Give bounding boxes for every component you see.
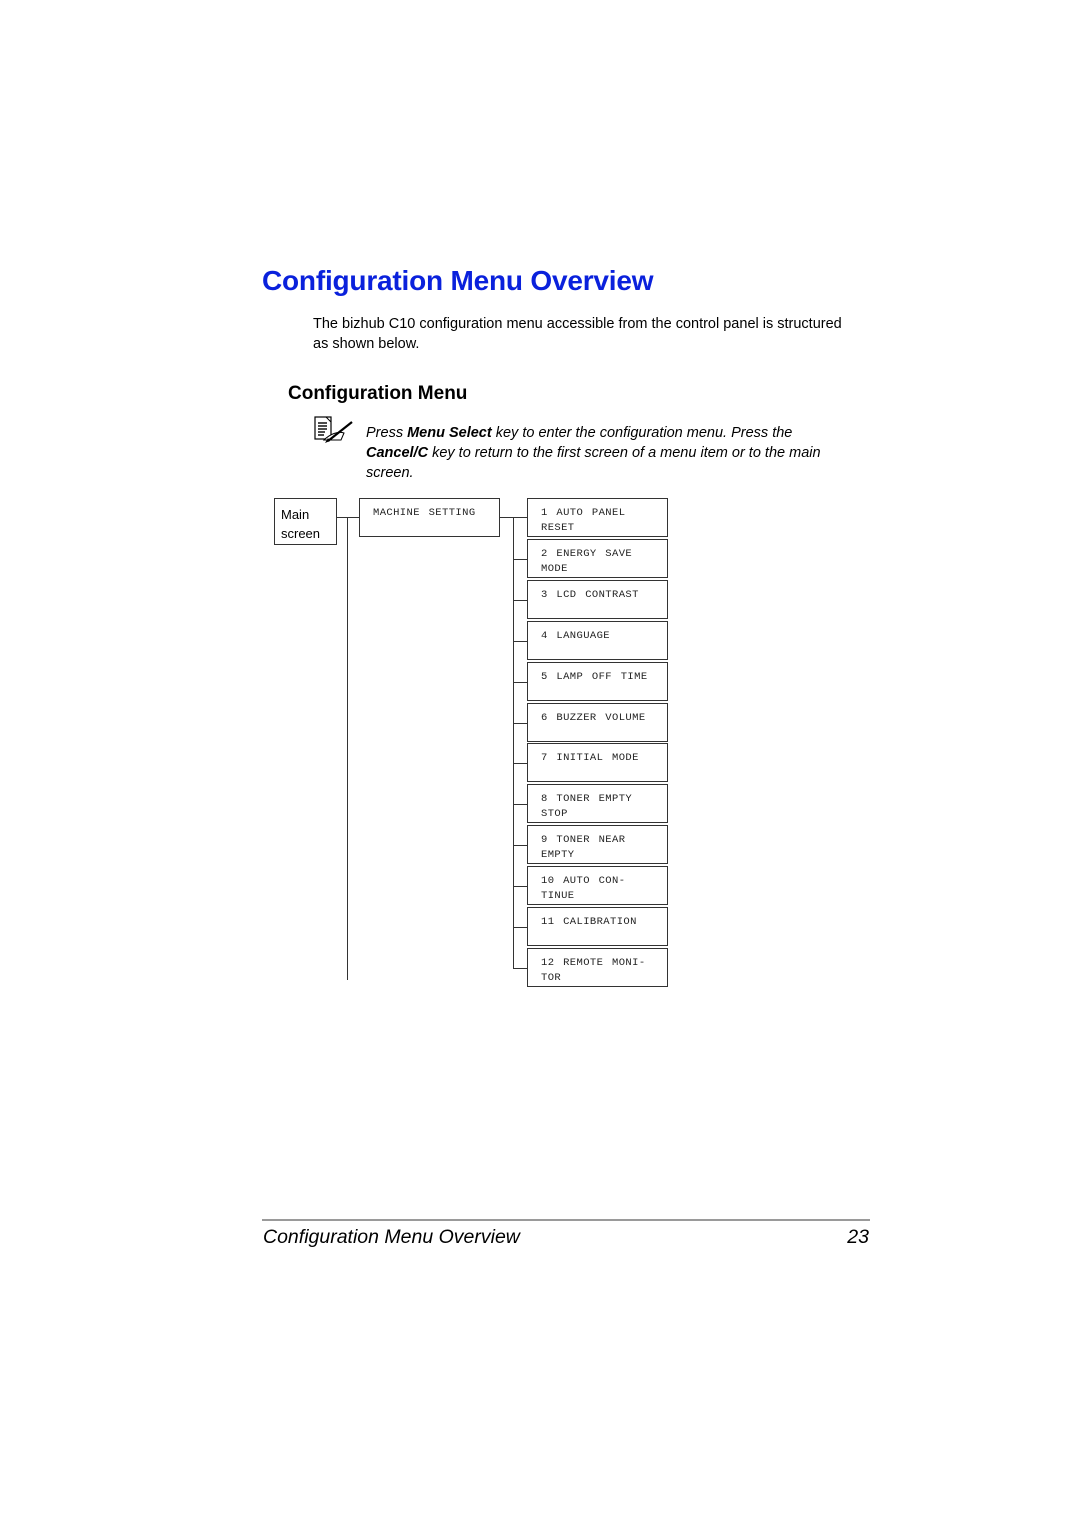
note-text: Press Menu Select key to enter the confi…: [366, 423, 856, 483]
connector-line: [347, 517, 348, 980]
menu-item-box: 9 TONER NEAR EMPTY: [527, 825, 668, 864]
page-number: 23: [847, 1226, 869, 1248]
connector-line: [513, 682, 527, 683]
menu-item-box: 8 TONER EMPTY STOP: [527, 784, 668, 823]
main-screen-box: Main screen: [274, 498, 337, 545]
menu-item-box: 6 BUZZER VOLUME: [527, 703, 668, 742]
connector-line: [337, 517, 359, 518]
connector-line: [513, 517, 514, 968]
menu-item-box: 2 ENERGY SAVE MODE: [527, 539, 668, 578]
connector-line: [513, 641, 527, 642]
connector-line: [513, 723, 527, 724]
section-title: Configuration Menu: [288, 383, 468, 404]
connector-line: [513, 845, 527, 846]
machine-setting-box: MACHINE SETTING: [359, 498, 500, 537]
menu-item-box: 10 AUTO CON- TINUE: [527, 866, 668, 905]
connector-line: [513, 927, 527, 928]
menu-item-box: 7 INITIAL MODE: [527, 743, 668, 782]
connector-line: [513, 763, 527, 764]
menu-item-box: 12 REMOTE MONI- TOR: [527, 948, 668, 987]
key-name: Cancel/C: [366, 445, 429, 461]
menu-item-box: 1 AUTO PANEL RESET: [527, 498, 668, 537]
menu-item-box: 11 CALIBRATION: [527, 907, 668, 946]
key-name: Menu Select: [407, 425, 492, 441]
connector-line: [513, 804, 527, 805]
note-segment: Press: [366, 425, 408, 441]
footer-rule: [262, 1219, 870, 1221]
menu-item-box: 5 LAMP OFF TIME: [527, 662, 668, 701]
page-title: Configuration Menu Overview: [262, 265, 654, 296]
menu-item-box: 4 LANGUAGE: [527, 621, 668, 660]
intro-paragraph: The bizhub C10 configuration menu access…: [313, 316, 842, 352]
connector-line: [513, 600, 527, 601]
footer-title: Configuration Menu Overview: [263, 1226, 520, 1248]
note-segment: key to return to the first screen of a m…: [366, 445, 821, 481]
connector-line: [513, 886, 527, 887]
note-segment: key to enter the configuration menu. Pre…: [491, 425, 793, 441]
note-pencil-icon: [314, 416, 358, 444]
connector-line: [513, 968, 527, 969]
connector-line: [513, 559, 527, 560]
menu-item-box: 3 LCD CONTRAST: [527, 580, 668, 619]
